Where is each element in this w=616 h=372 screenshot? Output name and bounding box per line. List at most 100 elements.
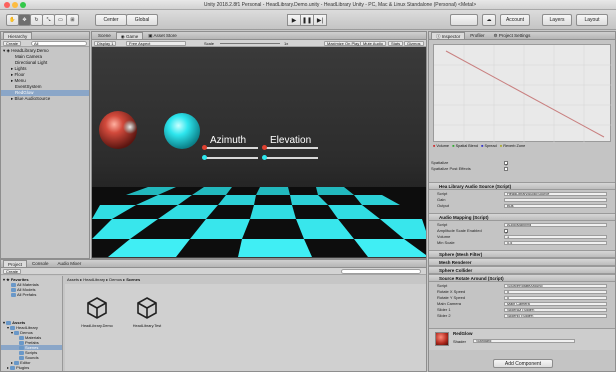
elevation-slider-handle-top[interactable] — [262, 145, 267, 150]
hierarchy-tree: ▾ ◈ HeadLibrary.Demo Main Camera Directi… — [1, 48, 89, 258]
component-title: Audio Mapping (Script) — [439, 215, 489, 220]
aspect-dropdown[interactable]: Free Aspect — [126, 41, 186, 46]
rolloff-graph[interactable] — [433, 44, 612, 143]
tab-game[interactable]: ◉ Game — [115, 32, 144, 39]
tab-hierarchy[interactable]: Hierarchy — [3, 32, 33, 39]
maximize-on-play-toggle[interactable]: Maximize On Play — [324, 41, 363, 46]
tab-profiler[interactable]: Profiler — [466, 32, 488, 39]
asset-item[interactable]: HeadLibrary.Test — [125, 292, 169, 340]
hierarchy-item-label: Floor — [14, 72, 25, 77]
component-header-mesh-filter[interactable]: Sphere (Mesh Filter) — [429, 250, 615, 258]
account-label: Account — [505, 17, 525, 23]
search-folder-icon — [11, 292, 16, 297]
hierarchy-create-button[interactable]: Create — [3, 41, 22, 46]
component-title: Source Rotate Around (Script) — [439, 276, 504, 281]
prop-label: Min Scale — [437, 240, 455, 245]
spatialize-post-label: Spatialize Post Effects — [431, 166, 471, 171]
prop-value[interactable]: SliderAz (Slider) — [504, 308, 607, 312]
tab-inspector-label: Inspector — [441, 34, 461, 39]
pause-button[interactable]: ❚❚ — [300, 14, 314, 26]
layers-dropdown[interactable]: Layers — [542, 14, 572, 26]
prop-min-scale: Min Scale 0.5 — [429, 240, 615, 246]
azimuth-slider[interactable] — [204, 157, 258, 159]
info-icon: ⓘ — [436, 34, 441, 39]
play-button[interactable]: ▶ — [287, 14, 301, 26]
tab-project[interactable]: Project — [3, 260, 28, 267]
prop-value[interactable] — [504, 198, 607, 202]
layout-dropdown[interactable]: Layout — [576, 14, 608, 26]
tab-asset-store[interactable]: ▣ Asset Store — [144, 32, 181, 39]
prop-value[interactable]: AudioMapping — [504, 223, 607, 227]
tab-project-settings[interactable]: ⚙ Project Settings — [490, 32, 535, 39]
hierarchy-search-input[interactable]: All — [31, 41, 87, 46]
prop-value[interactable]: 0 — [504, 296, 607, 300]
minimize-window-button[interactable] — [12, 2, 18, 8]
collab-button[interactable] — [450, 14, 478, 26]
folder-plugins[interactable]: ▸ Plugins — [1, 365, 62, 370]
tab-game-label: Game — [125, 34, 139, 39]
asset-item[interactable]: HeadLibrary.Demo — [75, 292, 119, 340]
zoom-window-button[interactable] — [20, 2, 26, 8]
prop-value[interactable]: HeadLibraryAudioSource — [504, 192, 607, 196]
breadcrumb-item[interactable]: Demos — [109, 277, 122, 282]
spatialize-checkbox[interactable]: ✓ — [504, 161, 508, 167]
close-window-button[interactable] — [4, 2, 10, 8]
elevation-slider[interactable] — [264, 157, 318, 159]
elevation-slider-top[interactable] — [264, 147, 318, 149]
game-view-render[interactable]: Azimuth Elevation — [92, 47, 426, 257]
scale-label: Scale — [204, 41, 215, 46]
azimuth-label: Azimuth — [210, 135, 247, 146]
inspector-tabbar: ⓘ Inspector Profiler ⚙ Project Settings — [429, 32, 615, 40]
prop-value[interactable]: Main Camera — [504, 302, 607, 306]
cloud-button[interactable]: ☁ — [482, 14, 496, 26]
azimuth-slider-handle-top[interactable] — [202, 145, 207, 150]
asset-store-icon: ▣ — [148, 33, 153, 38]
spatialize-post-checkbox[interactable] — [504, 167, 508, 171]
component-header-mesh-renderer[interactable]: Mesh Renderer — [429, 258, 615, 266]
tab-audio-mixer[interactable]: Audio Mixer — [54, 260, 86, 267]
azimuth-slider-top[interactable] — [204, 147, 258, 149]
tab-scene[interactable]: Scene — [94, 32, 115, 39]
prop-value[interactable]: Bus — [504, 204, 607, 208]
breadcrumb-item[interactable]: Assets — [67, 277, 79, 282]
scale-slider[interactable] — [220, 43, 280, 44]
favorites-item[interactable]: All Prefabs — [1, 292, 62, 297]
unity-scene-icon — [87, 297, 107, 319]
prop-value[interactable]: 1 — [504, 235, 607, 239]
prop-value[interactable]: SliderEl (Slider) — [504, 314, 607, 318]
amplitude-scale-checkbox[interactable]: ✓ — [504, 229, 508, 235]
mute-audio-toggle[interactable]: Mute Audio — [360, 41, 387, 46]
pivot-center-toggle[interactable]: Center — [95, 14, 127, 26]
hierarchy-item-label: EventSystem — [15, 84, 42, 89]
pivot-center-label: Center — [103, 17, 119, 23]
prop-value[interactable]: 0.5 — [504, 241, 607, 245]
tab-inspector[interactable]: ⓘ Inspector — [431, 32, 466, 39]
display-dropdown[interactable]: Display 1 — [94, 41, 117, 46]
shader-label: Shader — [453, 339, 466, 344]
prop-label: Slider 2 — [437, 313, 451, 318]
component-header-source-rotate-around[interactable]: Source Rotate Around (Script) — [429, 274, 615, 282]
breadcrumb-item[interactable]: HeadLibrary — [83, 277, 105, 282]
breadcrumb-item[interactable]: Scenes — [126, 277, 140, 282]
gizmos-dropdown[interactable]: Gizmos — [404, 41, 424, 46]
project-create-button[interactable]: Create — [3, 269, 22, 274]
component-header-audio-mapping[interactable]: Audio Mapping (Script) — [429, 213, 615, 221]
azimuth-slider-handle[interactable] — [202, 155, 207, 160]
elevation-slider-handle[interactable] — [262, 155, 267, 160]
shader-dropdown[interactable]: Standard — [473, 339, 575, 343]
spatialize-post-row: Spatialize Post Effects — [429, 166, 615, 172]
prop-value[interactable]: 0 — [504, 290, 607, 294]
transform-tool-button[interactable]: ⊞ — [66, 14, 79, 26]
account-dropdown[interactable]: Account — [500, 14, 530, 26]
pivot-global-toggle[interactable]: Global — [126, 14, 158, 26]
step-button[interactable]: ▶| — [313, 14, 327, 26]
add-component-button[interactable]: Add Component — [493, 359, 553, 368]
prop-value[interactable]: SourceRotateAround — [504, 284, 607, 288]
project-search-input[interactable] — [341, 269, 421, 274]
tab-console[interactable]: Console — [28, 260, 53, 267]
component-header-sphere-collider[interactable]: Sphere Collider — [429, 266, 615, 274]
component-header-headlibrary-audio-source[interactable]: Hea Library Audio Source (Script) — [429, 182, 615, 190]
hierarchy-item-blue-audiosource[interactable]: ▸ Blue AudioSource — [1, 96, 89, 102]
stats-toggle[interactable]: Stats — [388, 41, 404, 46]
asset-name: HeadLibrary.Test — [132, 324, 162, 328]
